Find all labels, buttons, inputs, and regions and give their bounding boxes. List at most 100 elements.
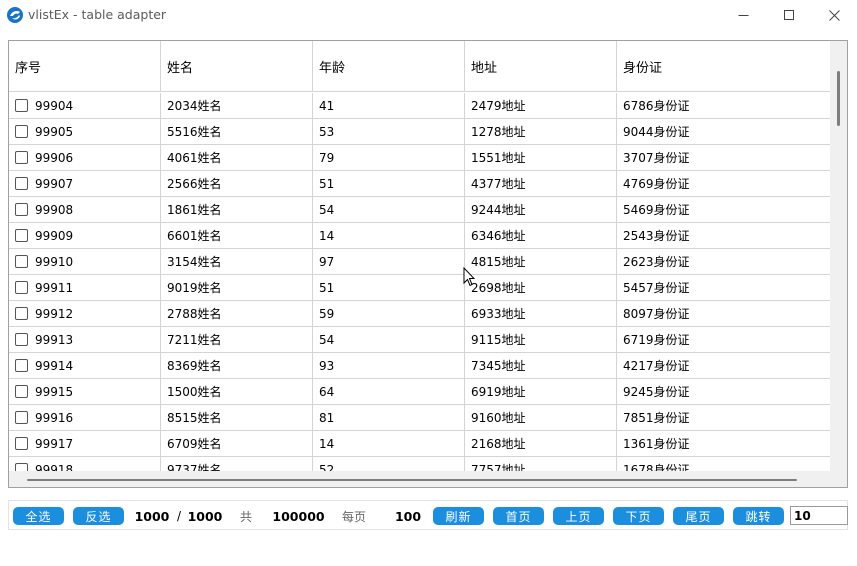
row-checkbox[interactable] — [15, 411, 28, 424]
refresh-button[interactable]: 刷新 — [433, 507, 484, 525]
page-separator: / — [176, 509, 182, 523]
last-page-button[interactable]: 尾页 — [673, 507, 724, 525]
cell-name-text: 1500姓名 — [167, 385, 222, 399]
total-pages: 1000 — [187, 508, 223, 524]
vertical-scrollbar[interactable] — [830, 41, 847, 471]
cell-id: 99904 — [9, 93, 161, 118]
cell-name: 1500姓名 — [161, 379, 313, 404]
cell-address-text: 1278地址 — [471, 125, 526, 139]
row-checkbox[interactable] — [15, 203, 28, 216]
table-row[interactable]: 99910 3154姓名 97 4815地址 2623身份证 — [9, 249, 830, 275]
jump-button[interactable]: 跳转 — [733, 507, 784, 525]
cell-address: 2479地址 — [465, 93, 617, 118]
cell-address: 6933地址 — [465, 301, 617, 326]
column-header-name[interactable]: 姓名 — [161, 41, 313, 91]
horizontal-scrollbar-thumb[interactable] — [27, 479, 797, 481]
cell-age: 52 — [313, 457, 465, 471]
row-checkbox[interactable] — [15, 281, 28, 294]
cell-id-text: 99905 — [35, 124, 74, 139]
column-header-age[interactable]: 年龄 — [313, 41, 465, 91]
row-checkbox[interactable] — [15, 99, 28, 112]
cell-id: 99910 — [9, 249, 161, 274]
row-checkbox[interactable] — [15, 177, 28, 190]
table-row[interactable]: 99909 6601姓名 14 6346地址 2543身份证 — [9, 223, 830, 249]
table-row[interactable]: 99905 5516姓名 53 1278地址 9044身份证 — [9, 119, 830, 145]
cell-id: 99918 — [9, 457, 161, 471]
cell-id-card: 2623身份证 — [617, 249, 830, 274]
cell-address-text: 9115地址 — [471, 333, 526, 347]
row-checkbox[interactable] — [15, 229, 28, 242]
previous-page-button[interactable]: 上页 — [553, 507, 604, 525]
row-checkbox[interactable] — [15, 463, 28, 471]
row-checkbox[interactable] — [15, 385, 28, 398]
total-label: 共 — [239, 509, 252, 524]
close-button[interactable] — [811, 0, 857, 30]
cell-name: 9737姓名 — [161, 457, 313, 471]
minimize-button[interactable] — [720, 0, 766, 30]
vertical-scrollbar-thumb[interactable] — [837, 71, 840, 126]
horizontal-scrollbar[interactable] — [9, 471, 830, 487]
row-checkbox[interactable] — [15, 125, 28, 138]
table-row[interactable]: 99904 2034姓名 41 2479地址 6786身份证 — [9, 93, 830, 119]
cell-age: 79 — [313, 145, 465, 170]
cell-address: 4377地址 — [465, 171, 617, 196]
cell-id: 99913 — [9, 327, 161, 352]
table-row[interactable]: 99906 4061姓名 79 1551地址 3707身份证 — [9, 145, 830, 171]
column-header-id-card[interactable]: 身份证 — [617, 41, 830, 91]
cell-address-text: 6933地址 — [471, 307, 526, 321]
cell-id-card-text: 4769身份证 — [623, 177, 690, 191]
table-row[interactable]: 99914 8369姓名 93 7345地址 4217身份证 — [9, 353, 830, 379]
jump-page-input[interactable] — [790, 506, 848, 525]
cell-id: 99914 — [9, 353, 161, 378]
cell-id-text: 99914 — [35, 358, 74, 373]
maximize-button[interactable] — [766, 0, 812, 30]
cell-name: 6601姓名 — [161, 223, 313, 248]
row-checkbox[interactable] — [15, 255, 28, 268]
cell-name-text: 2566姓名 — [167, 177, 222, 191]
row-checkbox[interactable] — [15, 333, 28, 346]
table-row[interactable]: 99912 2788姓名 59 6933地址 8097身份证 — [9, 301, 830, 327]
cell-address-text: 7345地址 — [471, 359, 526, 373]
cell-id: 99906 — [9, 145, 161, 170]
cell-address-text: 4815地址 — [471, 255, 526, 269]
cell-id-text: 99917 — [35, 436, 74, 451]
cell-id-text: 99912 — [35, 306, 74, 321]
cell-id-card: 9044身份证 — [617, 119, 830, 144]
column-header-address[interactable]: 地址 — [465, 41, 617, 91]
row-checkbox[interactable] — [15, 359, 28, 372]
cell-id-card: 2543身份证 — [617, 223, 830, 248]
invert-selection-button[interactable]: 反选 — [73, 507, 124, 525]
table-row[interactable]: 99908 1861姓名 54 9244地址 5469身份证 — [9, 197, 830, 223]
row-checkbox[interactable] — [15, 151, 28, 164]
table-row[interactable]: 99917 6709姓名 14 2168地址 1361身份证 — [9, 431, 830, 457]
table-row[interactable]: 99913 7211姓名 54 9115地址 6719身份证 — [9, 327, 830, 353]
table-row[interactable]: 99915 1500姓名 64 6919地址 9245身份证 — [9, 379, 830, 405]
column-header-id[interactable]: 序号 — [9, 41, 161, 91]
table-row[interactable]: 99911 9019姓名 51 2698地址 5457身份证 — [9, 275, 830, 301]
cell-age-text: 41 — [319, 98, 335, 113]
cell-address: 6919地址 — [465, 379, 617, 404]
title-bar: vlistEx - table adapter — [0, 0, 857, 30]
cell-id-card: 4217身份证 — [617, 353, 830, 378]
cell-age: 14 — [313, 223, 465, 248]
cell-name-text: 7211姓名 — [167, 333, 222, 347]
cell-id: 99907 — [9, 171, 161, 196]
cell-address-text: 9160地址 — [471, 411, 526, 425]
table-row[interactable]: 99918 9737姓名 52 7757地址 1678身份证 — [9, 457, 830, 471]
cell-id: 99905 — [9, 119, 161, 144]
first-page-button[interactable]: 首页 — [493, 507, 544, 525]
cell-id-card: 1361身份证 — [617, 431, 830, 456]
row-checkbox[interactable] — [15, 437, 28, 450]
cell-age: 51 — [313, 171, 465, 196]
next-page-button[interactable]: 下页 — [613, 507, 664, 525]
cell-age: 64 — [313, 379, 465, 404]
cell-id-card-text: 1361身份证 — [623, 437, 690, 451]
cell-id-card-text: 2623身份证 — [623, 255, 690, 269]
cell-address: 1551地址 — [465, 145, 617, 170]
row-checkbox[interactable] — [15, 307, 28, 320]
table-row[interactable]: 99916 8515姓名 81 9160地址 7851身份证 — [9, 405, 830, 431]
cell-address: 2168地址 — [465, 431, 617, 456]
table-row[interactable]: 99907 2566姓名 51 4377地址 4769身份证 — [9, 171, 830, 197]
app-logo-icon — [7, 7, 23, 23]
select-all-button[interactable]: 全选 — [13, 507, 64, 525]
